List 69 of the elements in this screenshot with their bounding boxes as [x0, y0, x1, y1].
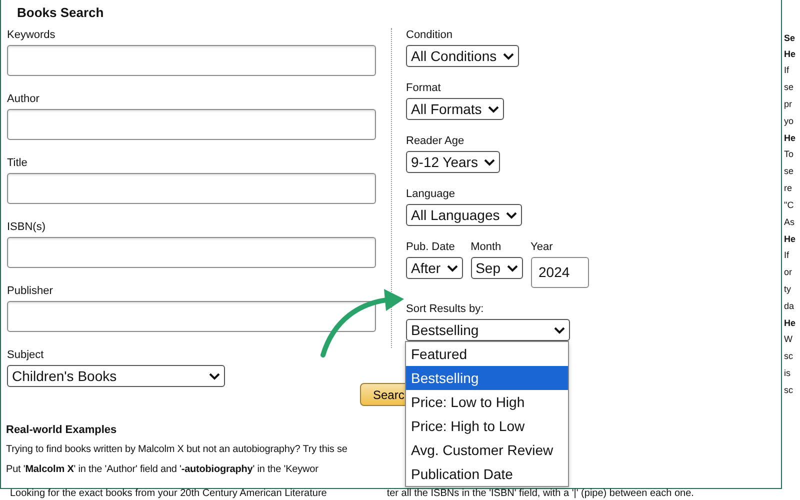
side-text: As	[784, 217, 796, 228]
field-label: Month	[470, 240, 502, 254]
caret-icon	[554, 326, 565, 334]
caret-icon	[209, 372, 220, 380]
field-label: Title	[7, 156, 28, 170]
filter-dropdown[interactable]: After	[406, 257, 463, 279]
field-label: Author	[7, 92, 40, 106]
side-heading: He	[784, 318, 797, 329]
field-label: Reader Age	[406, 134, 466, 148]
sort-dropdown[interactable]: Bestselling	[406, 319, 570, 341]
side-text: se	[784, 166, 795, 177]
filter-dropdown[interactable]: All Conditions	[406, 45, 519, 67]
filter-dropdown[interactable]: 9-12 Years	[406, 151, 500, 173]
field-label: Sort Results by:	[406, 302, 485, 316]
side-heading: Se	[784, 33, 796, 44]
side-text: se	[784, 82, 795, 93]
side-text: da	[784, 301, 796, 312]
filter-dropdown[interactable]: All Languages	[406, 204, 522, 226]
side-text: To	[784, 149, 795, 160]
section-heading: Real-world Examples	[6, 423, 118, 437]
text-field[interactable]	[7, 301, 376, 332]
side-text: If	[784, 250, 790, 261]
field-label: ISBN(s)	[7, 220, 46, 234]
side-text: sc	[784, 351, 794, 362]
side-text: yo	[784, 116, 795, 127]
form-title: Books Search	[17, 4, 105, 22]
field-label: Keywords	[7, 28, 56, 42]
dropdown-option[interactable]: Publication Date	[406, 462, 568, 486]
body-text: Looking for the exact books from your 20th Century American Literature	[10, 488, 327, 499]
caret-icon	[502, 52, 514, 60]
caret-icon	[506, 212, 517, 218]
filter-dropdown[interactable]: Sep	[470, 257, 522, 279]
dropdown-option[interactable]: Featured	[406, 342, 568, 366]
filter-dropdown[interactable]: All Formats	[406, 98, 504, 120]
caret-icon	[484, 158, 495, 166]
body-text: ter all the ISBNs in the 'ISBN' field, with a '|' (pipe) between each one.	[386, 488, 694, 499]
dropdown-option[interactable]: Price: High to Low	[406, 414, 568, 438]
text-field[interactable]	[7, 109, 376, 140]
side-text: pr	[784, 99, 794, 110]
caret-icon	[488, 106, 499, 112]
side-heading: He	[784, 234, 797, 245]
text-field[interactable]	[7, 237, 376, 268]
caret-icon	[446, 264, 458, 272]
subject-dropdown[interactable]: Children's Books	[7, 365, 225, 387]
field-label: Format	[406, 81, 442, 95]
field-label: Pub. Date	[406, 240, 456, 254]
dropdown-option[interactable]: Bestselling	[406, 366, 568, 390]
example-text: Trying to find books written by Malcolm X but not an autobiography? Try this se	[6, 443, 348, 457]
field-label: Condition	[406, 28, 454, 42]
text-field[interactable]	[7, 173, 376, 204]
side-text: re	[784, 183, 794, 194]
side-text: or	[784, 267, 794, 278]
dropdown-option[interactable]: Avg. Customer Review	[406, 438, 568, 462]
field-label: Year	[530, 240, 554, 254]
side-text: W	[784, 334, 794, 345]
side-text: "C	[784, 200, 795, 211]
side-heading: He	[784, 133, 797, 144]
caret-icon	[506, 264, 518, 272]
side-heading: He	[784, 49, 797, 60]
field-label: Publisher	[7, 284, 54, 298]
side-text: If	[784, 65, 790, 76]
side-text: sc	[784, 385, 794, 396]
field-label: Subject	[7, 348, 45, 362]
side-text: is	[784, 368, 792, 379]
field-label: Language	[406, 187, 456, 201]
example-text: Put 'Malcolm X' in the 'Author' field and '-autobiography' in the 'Keywor	[6, 463, 320, 477]
year-field[interactable]: 2024	[530, 257, 588, 288]
side-text: ty	[784, 284, 792, 295]
text-field[interactable]	[7, 45, 376, 76]
